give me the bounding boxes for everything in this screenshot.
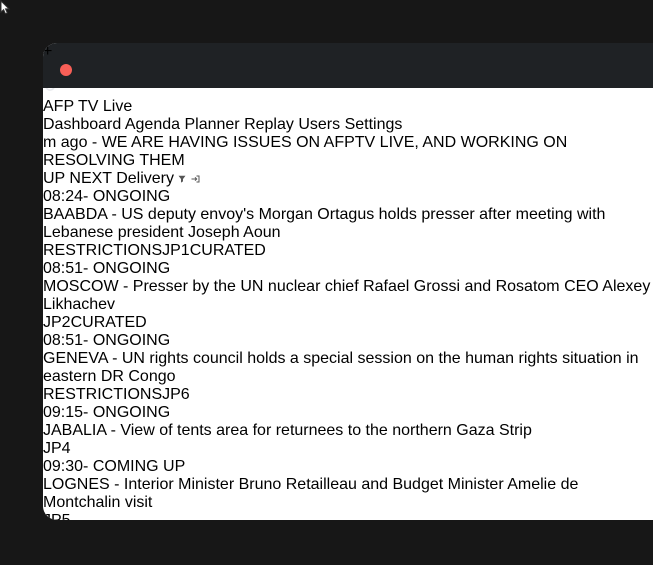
main-nav: Dashboard Agenda Planner Replay Users Se… bbox=[43, 116, 653, 134]
browser-window: + ← → AFP TV Live Dashboard Agenda Plann… bbox=[43, 43, 653, 520]
event-badges: RESTRICTIONSJP1CURATED bbox=[43, 242, 653, 260]
event-title: BAABDA - US deputy envoy's Morgan Ortagu… bbox=[43, 206, 653, 242]
badge-jp4: JP4 bbox=[43, 440, 71, 457]
event-title: MOSCOW - Presser by the UN nuclear chief… bbox=[43, 278, 653, 314]
event-title: JABALIA - View of tents area for returne… bbox=[43, 422, 653, 440]
badge-restrictions: RESTRICTIONS bbox=[43, 242, 162, 259]
up-next-header: UP NEXT Delivery bbox=[43, 170, 653, 188]
screenshot-stage: + ← → AFP TV Live Dashboard Agenda Plann… bbox=[0, 0, 653, 565]
event-time-badge: 09:15 bbox=[43, 404, 83, 421]
event-badges: JP4 bbox=[43, 440, 653, 458]
main-area: UP NEXT Delivery 08:24- ONGOING BAABDA -… bbox=[43, 170, 653, 520]
badge-jp5: JP5 bbox=[43, 512, 71, 520]
maximize-window-button[interactable] bbox=[43, 64, 55, 76]
filter-icon[interactable] bbox=[178, 175, 186, 183]
up-next-item[interactable]: 09:30- COMING UP LOGNES - Interior Minis… bbox=[43, 458, 653, 520]
event-status: - ONGOING bbox=[83, 332, 170, 349]
event-status: - ONGOING bbox=[83, 260, 170, 277]
delivery-filter-label[interactable]: Delivery bbox=[116, 170, 174, 187]
nav-item-dashboard[interactable]: Dashboard bbox=[43, 116, 121, 133]
close-window-button[interactable] bbox=[60, 64, 72, 76]
badge-jp6: JP6 bbox=[162, 386, 190, 403]
up-next-title: UP NEXT bbox=[43, 170, 112, 187]
up-next-panel: UP NEXT Delivery 08:24- ONGOING BAABDA -… bbox=[43, 170, 653, 520]
badge-curated: CURATED bbox=[71, 314, 147, 331]
minimize-window-button[interactable] bbox=[87, 64, 99, 76]
event-badges: RESTRICTIONSJP6 bbox=[43, 386, 653, 404]
event-time-badge: 08:51 bbox=[43, 260, 83, 277]
event-status: - ONGOING bbox=[83, 188, 170, 205]
nav-item-replay[interactable]: Replay bbox=[244, 116, 294, 133]
event-badges: JP5 bbox=[43, 512, 653, 520]
event-status: - ONGOING bbox=[83, 404, 170, 421]
up-next-item[interactable]: 09:15- ONGOING JABALIA - View of tents a… bbox=[43, 404, 653, 458]
app-header: AFP TV Live Dashboard Agenda Planner Rep… bbox=[43, 98, 653, 134]
nav-item-settings[interactable]: Settings bbox=[345, 116, 403, 133]
event-time-badge: 08:51 bbox=[43, 332, 83, 349]
mouse-cursor bbox=[0, 0, 11, 15]
logo-afp-text: AFP bbox=[43, 98, 74, 115]
new-tab-button[interactable]: + bbox=[43, 43, 653, 61]
collapse-panel-icon[interactable] bbox=[191, 175, 200, 183]
up-next-item[interactable]: 08:51- ONGOING MOSCOW - Presser by the U… bbox=[43, 260, 653, 332]
nav-item-users[interactable]: Users bbox=[298, 116, 340, 133]
event-badges: JP2CURATED bbox=[43, 314, 653, 332]
nav-item-planner[interactable]: Planner bbox=[184, 116, 239, 133]
event-time-badge: 09:30 bbox=[43, 458, 83, 475]
event-status: - COMING UP bbox=[83, 458, 185, 475]
badge-curated: CURATED bbox=[190, 242, 266, 259]
up-next-item[interactable]: 08:24- ONGOING BAABDA - US deputy envoy'… bbox=[43, 188, 653, 260]
alert-banner: m ago - WE ARE HAVING ISSUES ON AFPTV LI… bbox=[43, 134, 653, 170]
event-title: GENEVA - UN rights council holds a speci… bbox=[43, 350, 653, 386]
event-title: LOGNES - Interior Minister Bruno Retaill… bbox=[43, 476, 653, 512]
badge-jp2: JP2 bbox=[43, 314, 71, 331]
up-next-list: 08:24- ONGOING BAABDA - US deputy envoy'… bbox=[43, 188, 653, 520]
up-next-item[interactable]: 08:51- ONGOING GENEVA - UN rights counci… bbox=[43, 332, 653, 404]
badge-restrictions: RESTRICTIONS bbox=[43, 386, 162, 403]
notification-icon bbox=[111, 64, 123, 76]
afp-tv-live-logo[interactable]: AFP TV Live bbox=[43, 98, 653, 116]
notification-icon bbox=[124, 64, 136, 76]
badge-jp1: JP1 bbox=[162, 242, 190, 259]
nav-item-agenda[interactable]: Agenda bbox=[125, 116, 180, 133]
event-time-badge: 08:24 bbox=[43, 188, 83, 205]
logo-tvlive-text: TV Live bbox=[78, 98, 132, 115]
